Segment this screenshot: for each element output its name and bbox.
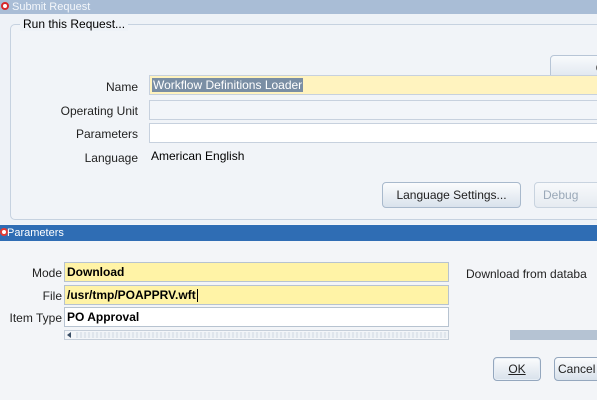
operating-unit-label: Operating Unit xyxy=(60,104,138,118)
file-label: File xyxy=(42,289,62,303)
item-type-field[interactable]: PO Approval xyxy=(64,307,449,327)
submit-request-titlebar[interactable]: Submit Request xyxy=(0,0,597,14)
debug-button[interactable]: Debug xyxy=(534,182,597,208)
parameters-titlebar[interactable]: Parameters xyxy=(0,225,597,241)
parameters-body: Mode Download Download from databa File … xyxy=(0,241,597,400)
parameters-label: Parameters xyxy=(75,127,138,141)
file-field[interactable]: /usr/tmp/POAPPRV.wft xyxy=(64,285,449,305)
mode-field[interactable]: Download xyxy=(64,262,449,282)
name-field[interactable]: Workflow Definitions Loader xyxy=(149,75,597,95)
cancel-button[interactable]: Cancel xyxy=(554,357,597,381)
scroll-left-icon[interactable] xyxy=(67,332,71,338)
scrollbar-thumb[interactable] xyxy=(76,332,448,338)
language-field: American English xyxy=(151,149,245,163)
mode-description: Download from databa xyxy=(466,267,587,281)
parameters-field[interactable] xyxy=(149,123,597,143)
file-value: /usr/tmp/POAPPRV.wft xyxy=(67,288,196,302)
text-cursor xyxy=(196,289,198,303)
name-label: Name xyxy=(105,80,138,94)
language-settings-button[interactable]: Language Settings... xyxy=(382,182,521,208)
oracle-forms-icon xyxy=(1,2,9,10)
window-title: Submit Request xyxy=(12,1,91,13)
operating-unit-field[interactable] xyxy=(149,100,597,120)
horizontal-scrollbar[interactable] xyxy=(64,330,449,340)
ok-button[interactable]: OK xyxy=(493,357,541,381)
group-label: Run this Request... xyxy=(20,17,129,31)
description-scrollbar[interactable] xyxy=(510,330,597,340)
mode-label: Mode xyxy=(31,266,62,280)
language-label: Language xyxy=(84,151,138,165)
submit-request-body: Run this Request... C Name Workflow Defi… xyxy=(0,14,597,224)
dialog-title: Parameters xyxy=(7,227,64,239)
item-type-label: Item Type xyxy=(9,311,62,325)
